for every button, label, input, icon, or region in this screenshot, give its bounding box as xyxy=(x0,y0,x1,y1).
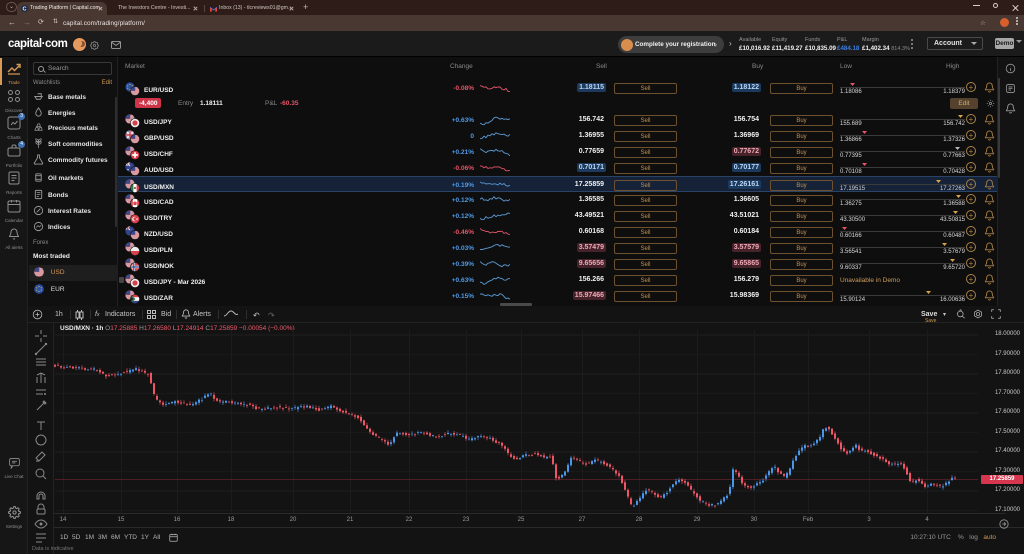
svg-text:C: C xyxy=(23,6,27,12)
